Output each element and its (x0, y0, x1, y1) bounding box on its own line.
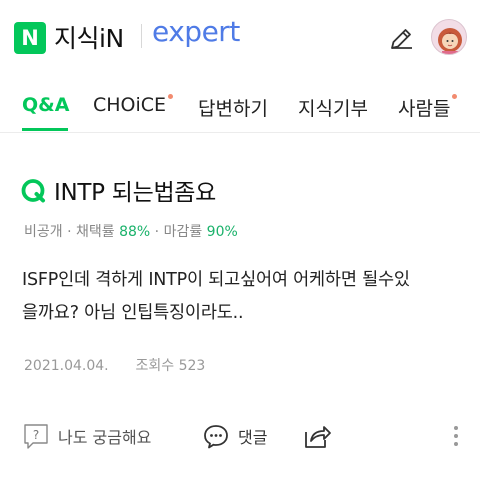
question-meta: 비공개 · 채택률 88% · 마감률 90% (24, 224, 238, 240)
profile-character-icon (438, 28, 462, 54)
tab-donate-label: 지식기부 (298, 98, 368, 120)
question-action-bar: ? 나도 궁금해요 댓글 (0, 408, 480, 464)
new-badge-dot (452, 94, 458, 99)
tab-qna-label: Q&A (22, 94, 70, 116)
tab-people[interactable]: 사람들 (398, 94, 458, 121)
views-label: 조회수 (135, 358, 175, 374)
naver-logo[interactable]: N (14, 22, 46, 54)
question-body-line: ISFP인데 격하게 INTP이 되고싶어여 어케하면 될수있 (22, 270, 410, 290)
pencil-icon (391, 29, 412, 49)
adoption-rate-label: 채택률 (76, 224, 115, 240)
share-icon (305, 426, 331, 448)
tab-answer[interactable]: 답변하기 (198, 94, 268, 121)
tab-answer-label: 답변하기 (198, 98, 268, 120)
header-divider (0, 132, 480, 133)
curious-too-button[interactable]: ? 나도 궁금해요 (22, 422, 151, 450)
more-options-button[interactable] (450, 422, 462, 450)
tab-donate[interactable]: 지식기부 (298, 94, 368, 121)
deadline-rate-value: 90% (206, 224, 238, 240)
question-body: ISFP인데 격하게 INTP이 되고싶어여 어케하면 될수있 을까요? 아님 … (22, 264, 462, 330)
comment-button[interactable]: 댓글 (202, 422, 267, 450)
svg-text:?: ? (33, 428, 39, 442)
new-badge-dot (168, 94, 174, 99)
user-avatar[interactable] (431, 19, 467, 55)
question-bubble-icon: ? (24, 424, 48, 449)
views-count: 523 (178, 358, 206, 374)
tab-people-label: 사람들 (398, 98, 451, 120)
write-question-button[interactable] (386, 24, 416, 54)
question-q-icon (21, 179, 45, 203)
visibility-label: 비공개 (24, 224, 63, 240)
more-vertical-icon (454, 426, 458, 446)
app-header: N 지식iN expert (0, 0, 480, 76)
comment-icon (204, 425, 228, 449)
expert-logo-text[interactable]: expert (152, 15, 240, 48)
kin-logo-text[interactable]: 지식iN (54, 19, 124, 55)
share-button[interactable] (302, 422, 332, 450)
comment-label: 댓글 (238, 428, 268, 447)
question-date: 2021.04.04. (24, 358, 109, 374)
question-body-line: 을까요? 아님 인팁특징이라도.. (22, 303, 244, 323)
tab-qna[interactable]: Q&A (22, 94, 69, 116)
curious-too-label: 나도 궁금해요 (58, 428, 152, 447)
question-info-line: 2021.04.04. 조회수 523 (24, 355, 205, 375)
naver-logo-letter: N (21, 26, 39, 50)
adoption-rate-value: 88% (119, 224, 151, 240)
deadline-rate-label: 마감률 (163, 224, 203, 240)
main-tab-bar: Q&A CHOiCE 답변하기 지식기부 사람들 (0, 82, 480, 132)
tab-choice[interactable]: CHOiCE (93, 94, 174, 116)
active-tab-indicator (22, 128, 68, 131)
tab-choice-label: CHOiCE (93, 94, 167, 116)
question-title: INTP 되는법좀요 (54, 180, 217, 206)
logo-divider (141, 24, 142, 48)
